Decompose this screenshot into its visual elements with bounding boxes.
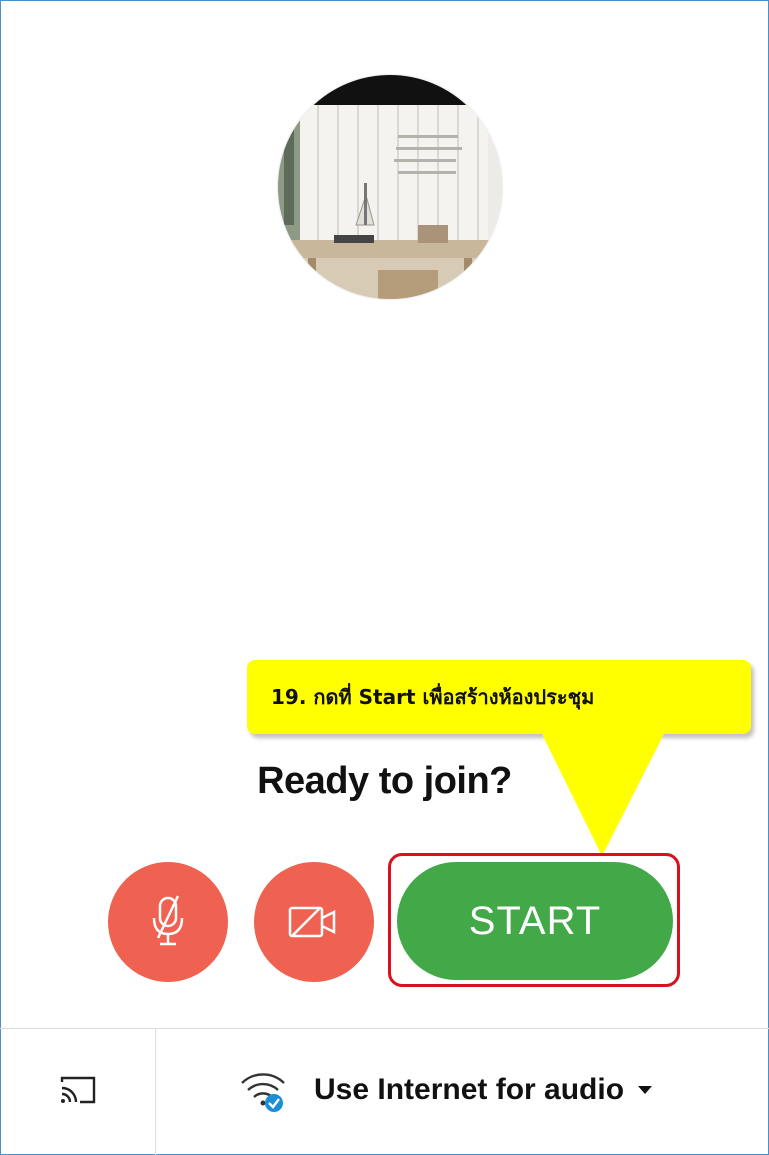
mic-off-icon [152,895,184,946]
start-meeting-button[interactable]: START [397,862,673,980]
wifi-icon [238,1065,288,1115]
chevron-down-icon [638,1086,653,1094]
callout-text: 19. กดที่ Start เพื่อสร้างห้องประชุม [271,685,595,709]
audio-option-label: Use Internet for audio [314,1073,625,1106]
camera-off-icon [288,906,336,938]
start-button-label: START [468,898,602,943]
audio-option-selector[interactable]: Use Internet for audio [238,1058,653,1122]
cast-button[interactable] [48,1060,108,1120]
page-title: Ready to join? [257,760,512,802]
instruction-callout: 19. กดที่ Start เพื่อสร้างห้องประชุม [247,660,751,734]
footer-vertical-divider [155,1029,156,1155]
turn-off-camera-button[interactable] [254,862,374,982]
footer-divider [0,1028,769,1029]
cast-icon [60,1076,96,1104]
self-view-avatar [278,75,502,299]
mute-microphone-button[interactable] [108,862,228,982]
